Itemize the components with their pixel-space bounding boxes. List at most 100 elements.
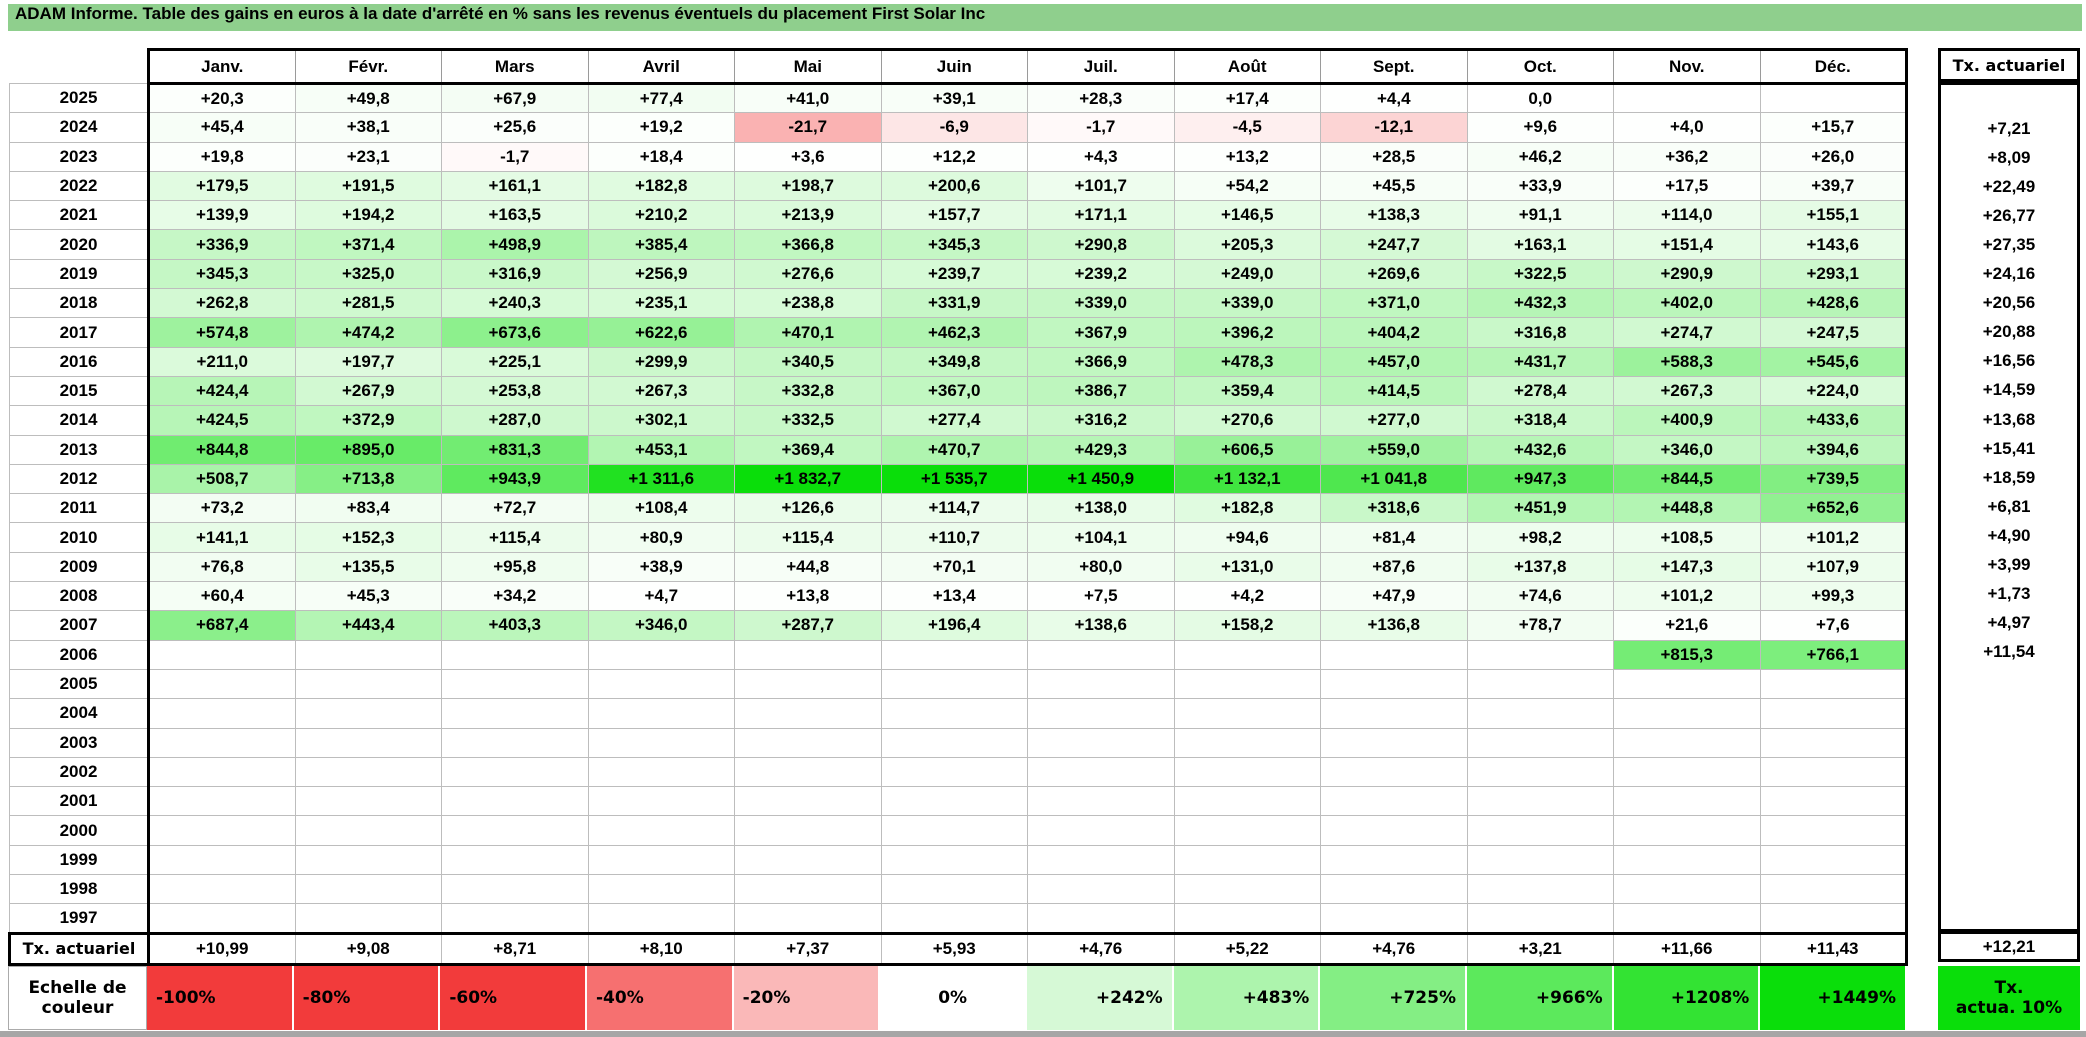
cell-2011-m9[interactable]: +318,6	[1320, 493, 1468, 524]
cell-1997-m6[interactable]	[880, 903, 1028, 935]
tx-actuariel-2018[interactable]: +20,56	[1941, 289, 2077, 318]
cell-2016-m5[interactable]: +340,5	[734, 346, 882, 377]
cell-2018-m10[interactable]: +432,3	[1466, 288, 1614, 319]
cell-2005-m1[interactable]	[148, 668, 296, 700]
cell-2005-m9[interactable]	[1320, 668, 1468, 700]
cell-2005-m11[interactable]	[1613, 668, 1761, 700]
cell-2010-m11[interactable]: +108,5	[1613, 522, 1761, 553]
year-label-2003[interactable]: 2003	[9, 727, 150, 758]
cell-2001-m9[interactable]	[1320, 786, 1468, 817]
tx-actuariel-2022[interactable]: +22,49	[1941, 172, 2077, 201]
cell-1997-m3[interactable]	[441, 903, 589, 935]
cell-2024-m9[interactable]: -12,1	[1320, 112, 1468, 143]
year-label-1999[interactable]: 1999	[9, 844, 150, 876]
cell-2019-m9[interactable]: +269,6	[1320, 258, 1468, 290]
cell-2003-m4[interactable]	[587, 727, 735, 758]
year-label-2002[interactable]: 2002	[9, 756, 150, 788]
cell-2025-m12[interactable]	[1759, 82, 1908, 114]
cell-2009-m6[interactable]: +70,1	[880, 551, 1028, 583]
tx-actuariel-1997[interactable]	[1941, 900, 2077, 929]
cell-1997-m12[interactable]	[1759, 903, 1908, 935]
cell-2018-m3[interactable]: +240,3	[441, 288, 589, 319]
cell-2005-m12[interactable]	[1759, 668, 1908, 700]
cell-2006-m10[interactable]	[1466, 639, 1614, 670]
cell-2018-m11[interactable]: +402,0	[1613, 288, 1761, 319]
cell-2013-m2[interactable]: +895,0	[294, 434, 442, 465]
tx-actuariel-month-1[interactable]: +10,99	[148, 931, 295, 966]
cell-2000-m9[interactable]	[1320, 815, 1468, 846]
cell-2022-m3[interactable]: +161,1	[441, 170, 589, 202]
cell-2003-m11[interactable]	[1613, 727, 1761, 758]
cell-2013-m12[interactable]: +394,6	[1759, 434, 1908, 465]
cell-1997-m9[interactable]	[1320, 903, 1468, 935]
cell-2014-m12[interactable]: +433,6	[1759, 405, 1908, 436]
year-label-2007[interactable]: 2007	[9, 610, 150, 641]
cell-2008-m4[interactable]: +4,7	[587, 581, 735, 612]
cell-2014-m11[interactable]: +400,9	[1613, 405, 1761, 436]
cell-2012-m10[interactable]: +947,3	[1466, 463, 1614, 495]
cell-2004-m4[interactable]	[587, 698, 735, 729]
cell-2021-m7[interactable]: +171,1	[1027, 200, 1175, 231]
cell-2000-m7[interactable]	[1027, 815, 1175, 846]
cell-1999-m2[interactable]	[294, 844, 442, 876]
cell-2017-m10[interactable]: +316,8	[1466, 317, 1614, 348]
cell-2020-m2[interactable]: +371,4	[294, 229, 442, 260]
cell-2004-m12[interactable]	[1759, 698, 1908, 729]
cell-2013-m6[interactable]: +470,7	[880, 434, 1028, 465]
cell-2017-m4[interactable]: +622,6	[587, 317, 735, 348]
cell-2007-m1[interactable]: +687,4	[148, 610, 296, 641]
cell-2001-m12[interactable]	[1759, 786, 1908, 817]
cell-2017-m1[interactable]: +574,8	[148, 317, 296, 348]
month-header-4[interactable]: Avril	[587, 48, 735, 85]
cell-2000-m5[interactable]	[734, 815, 882, 846]
cell-2023-m9[interactable]: +28,5	[1320, 141, 1468, 172]
cell-2022-m12[interactable]: +39,7	[1759, 170, 1908, 202]
cell-2011-m3[interactable]: +72,7	[441, 493, 589, 524]
cell-2006-m7[interactable]	[1027, 639, 1175, 670]
cell-2001-m5[interactable]	[734, 786, 882, 817]
year-label-2015[interactable]: 2015	[9, 375, 150, 407]
cell-2011-m8[interactable]: +182,8	[1173, 493, 1321, 524]
tx-actuariel-2010[interactable]: +4,90	[1941, 521, 2077, 550]
cell-2017-m6[interactable]: +462,3	[880, 317, 1028, 348]
cell-2010-m3[interactable]: +115,4	[441, 522, 589, 553]
cell-2005-m8[interactable]	[1173, 668, 1321, 700]
cell-2018-m5[interactable]: +238,8	[734, 288, 882, 319]
cell-2023-m5[interactable]: +3,6	[734, 141, 882, 172]
cell-2024-m10[interactable]: +9,6	[1466, 112, 1614, 143]
cell-2007-m3[interactable]: +403,3	[441, 610, 589, 641]
cell-2025-m9[interactable]: +4,4	[1320, 82, 1468, 114]
cell-2003-m7[interactable]	[1027, 727, 1175, 758]
cell-2007-m4[interactable]: +346,0	[587, 610, 735, 641]
cell-2018-m8[interactable]: +339,0	[1173, 288, 1321, 319]
cell-2012-m6[interactable]: +1 535,7	[880, 463, 1028, 495]
tx-actuariel-column-header[interactable]: Tx. actuariel	[1938, 48, 2080, 82]
cell-2021-m10[interactable]: +91,1	[1466, 200, 1614, 231]
cell-2000-m6[interactable]	[880, 815, 1028, 846]
cell-2008-m1[interactable]: +60,4	[148, 581, 296, 612]
cell-2000-m10[interactable]	[1466, 815, 1614, 846]
cell-2014-m8[interactable]: +270,6	[1173, 405, 1321, 436]
tx-actuariel-month-4[interactable]: +8,10	[587, 931, 735, 966]
tx-actuariel-month-8[interactable]: +5,22	[1173, 931, 1321, 966]
cell-2025-m6[interactable]: +39,1	[880, 82, 1028, 114]
year-label-2013[interactable]: 2013	[9, 434, 150, 465]
cell-2013-m3[interactable]: +831,3	[441, 434, 589, 465]
cell-2013-m5[interactable]: +369,4	[734, 434, 882, 465]
tx-actuariel-2025[interactable]	[1941, 85, 2077, 114]
year-label-2022[interactable]: 2022	[9, 170, 150, 202]
cell-2002-m3[interactable]	[441, 756, 589, 788]
cell-2021-m2[interactable]: +194,2	[294, 200, 442, 231]
cell-2004-m11[interactable]	[1613, 698, 1761, 729]
cell-1998-m12[interactable]	[1759, 874, 1908, 905]
cell-2002-m10[interactable]	[1466, 756, 1614, 788]
cell-1998-m2[interactable]	[294, 874, 442, 905]
cell-2025-m8[interactable]: +17,4	[1173, 82, 1321, 114]
cell-2009-m3[interactable]: +95,8	[441, 551, 589, 583]
cell-2010-m8[interactable]: +94,6	[1173, 522, 1321, 553]
cell-2021-m8[interactable]: +146,5	[1173, 200, 1321, 231]
year-label-2024[interactable]: 2024	[9, 112, 150, 143]
cell-2024-m5[interactable]: -21,7	[734, 112, 882, 143]
cell-2021-m1[interactable]: +139,9	[148, 200, 296, 231]
cell-2019-m3[interactable]: +316,9	[441, 258, 589, 290]
